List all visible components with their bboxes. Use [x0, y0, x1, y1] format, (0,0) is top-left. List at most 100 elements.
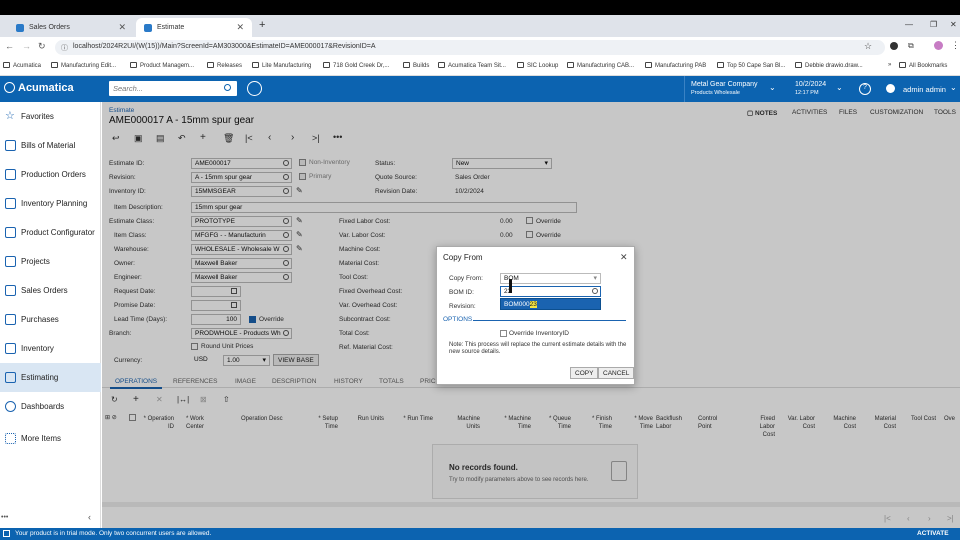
sidebar-item-dashboards[interactable]: Dashboards: [0, 392, 101, 421]
link-icon: [517, 62, 524, 68]
bom-id-input[interactable]: 23: [500, 286, 601, 297]
options-header: OPTIONS: [443, 316, 473, 323]
search-icon[interactable]: [224, 84, 231, 91]
bookmark-item[interactable]: SIC Lookup: [517, 62, 558, 69]
back-icon[interactable]: ←: [5, 41, 14, 51]
copy-from-select[interactable]: BOM▾: [500, 273, 601, 284]
copy-from-dialog: Copy From ✕ Copy From: BOM▾ BOM ID: 23 R…: [436, 246, 635, 385]
clipboard-icon: [5, 256, 16, 267]
sidebar-item-estimating[interactable]: Estimating: [0, 363, 101, 392]
reload-icon[interactable]: ↻: [38, 41, 46, 52]
sidebar-collapse-icon[interactable]: ‹: [88, 512, 91, 522]
pencil-icon: [5, 372, 16, 383]
company-selector[interactable]: Metal Gear Company Products Wholesale ⌄: [684, 76, 780, 102]
folder-icon: [130, 62, 137, 68]
sidebar-item-projects[interactable]: Projects: [0, 247, 101, 276]
forward-icon[interactable]: →: [22, 41, 31, 51]
close-icon[interactable]: ✕: [620, 252, 628, 263]
minimize-icon[interactable]: —: [905, 20, 913, 29]
bookmark-item[interactable]: Manufacturing PAB: [645, 62, 706, 69]
app-header: Acumatica Search... Metal Gear Company P…: [0, 76, 960, 102]
url-input[interactable]: ⓘ localhost/2024R2UI/(W(15))/Main?Screen…: [55, 40, 885, 55]
folder-icon: [403, 62, 410, 68]
dropdown-caret-icon: ▾: [593, 275, 597, 282]
bookmarks-bar: Acumatica Manufacturing Edit... Product …: [0, 57, 960, 76]
sidebar-item-purchases[interactable]: Purchases: [0, 305, 101, 334]
sidebar-more-icon[interactable]: •••: [1, 514, 8, 521]
user-menu[interactable]: admin admin: [903, 85, 946, 94]
browser-tab-active[interactable]: Estimate ✕: [136, 18, 252, 37]
sidebar-item-more-items[interactable]: More Items: [0, 424, 101, 453]
history-icon[interactable]: [247, 81, 262, 96]
new-tab-button[interactable]: +: [259, 19, 265, 31]
document-icon: [5, 140, 16, 151]
extensions-puzzle-icon[interactable]: ⧉: [908, 41, 914, 51]
all-bookmarks[interactable]: All Bookmarks: [899, 62, 947, 69]
bookmark-item[interactable]: Releases: [207, 62, 242, 69]
close-tab-icon[interactable]: ✕: [118, 22, 126, 33]
folder-icon: [899, 62, 906, 68]
dialog-note: Note: This process will replace the curr…: [449, 342, 627, 355]
link-icon: [795, 62, 802, 68]
cart-icon: [5, 285, 16, 296]
maximize-icon[interactable]: ❐: [930, 20, 937, 29]
user-icon: [886, 84, 895, 93]
window-close-icon[interactable]: ✕: [950, 20, 957, 29]
bookmark-item[interactable]: Top 50 Cape San Bl...: [717, 62, 785, 69]
bookmark-item[interactable]: Lite Manufacturing: [252, 62, 311, 69]
link-icon: [645, 62, 652, 68]
global-search-input[interactable]: Search...: [109, 81, 237, 96]
text-cursor-icon: [509, 279, 512, 293]
search-icon[interactable]: [592, 288, 598, 294]
acumatica-favicon-icon: [16, 23, 24, 32]
app-logo[interactable]: Acumatica: [18, 82, 74, 94]
bookmark-item[interactable]: Manufacturing Edit...: [51, 62, 116, 69]
sidebar: ☆ Favorites Bills of Material Production …: [0, 102, 101, 528]
os-top-bar: [0, 0, 960, 15]
link-icon: [438, 62, 445, 68]
chevron-down-icon: ⌄: [950, 83, 957, 92]
sidebar-item-production-orders[interactable]: Production Orders: [0, 160, 101, 189]
folder-icon: [207, 62, 214, 68]
bookmark-item[interactable]: Manufacturing CAB...: [567, 62, 634, 69]
bookmark-item[interactable]: Product Managem...: [130, 62, 194, 69]
help-icon[interactable]: ?: [859, 83, 871, 95]
dashboard-icon: [5, 401, 16, 412]
browser-menu-icon[interactable]: ⋮: [951, 40, 960, 51]
bookmark-item[interactable]: Acumatica: [3, 62, 41, 69]
link-icon: [323, 62, 330, 68]
status-bar: Your product is in trial mode. Only two …: [0, 528, 960, 540]
bookmark-item[interactable]: Debbie drawio.draw...: [795, 62, 863, 69]
divider: [473, 320, 626, 321]
bookmark-star-icon[interactable]: ☆: [864, 41, 872, 52]
bookmark-item[interactable]: Acumatica Team Sit...: [438, 62, 506, 69]
profile-avatar[interactable]: [934, 41, 943, 50]
box-icon: [5, 198, 16, 209]
bom-dropdown-option[interactable]: BOM00023: [500, 298, 601, 310]
activate-button[interactable]: ACTIVATE: [917, 530, 949, 537]
cancel-button[interactable]: CANCEL: [598, 367, 635, 379]
bookmark-item[interactable]: Builds: [403, 62, 429, 69]
sidebar-item-bills-of-material[interactable]: Bills of Material: [0, 131, 101, 160]
copy-button[interactable]: COPY: [570, 367, 599, 379]
browser-tab-strip: Sales Orders ✕ Estimate ✕ + — ❐ ✕: [0, 15, 960, 37]
bookmark-item[interactable]: 718 Gold Creek Dr,...: [323, 62, 389, 69]
address-bar-row: ← → ↻ ⓘ localhost/2024R2UI/(W(15))/Main?…: [0, 37, 960, 57]
sidebar-item-inventory[interactable]: Inventory: [0, 334, 101, 363]
sidebar-item-inventory-planning[interactable]: Inventory Planning: [0, 189, 101, 218]
link-icon: [567, 62, 574, 68]
sidebar-item-product-configurator[interactable]: Product Configurator: [0, 218, 101, 247]
truck-icon: [5, 343, 16, 354]
sidebar-item-favorites[interactable]: ☆ Favorites: [0, 102, 101, 131]
message-icon: [3, 530, 10, 537]
extension-icon[interactable]: [890, 42, 898, 50]
override-inventory-id-checkbox[interactable]: [500, 330, 507, 337]
site-info-icon[interactable]: ⓘ: [61, 43, 68, 53]
grid-icon: [5, 433, 16, 444]
star-icon: ☆: [5, 110, 15, 122]
close-tab-icon[interactable]: ✕: [236, 22, 244, 33]
sidebar-item-sales-orders[interactable]: Sales Orders: [0, 276, 101, 305]
browser-tab[interactable]: Sales Orders ✕: [8, 18, 134, 37]
more-bookmarks-icon[interactable]: »: [888, 62, 891, 68]
date-selector[interactable]: 10/2/2024 12:17 PM ⌄: [790, 76, 850, 102]
